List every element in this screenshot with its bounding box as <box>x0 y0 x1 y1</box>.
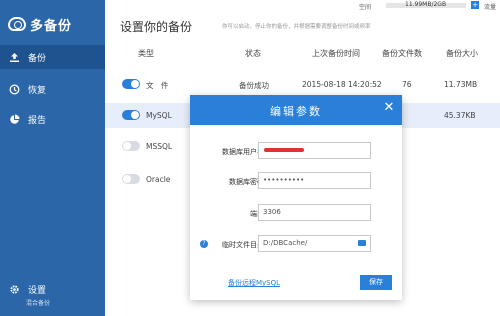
row-file-count: 76 <box>402 80 412 89</box>
space-value: 11.99MB/2GB <box>405 1 447 8</box>
row-type: 文 件 <box>146 81 169 90</box>
dialog-title: 编辑参数 <box>270 105 322 118</box>
column-header-size: 备份大小 <box>446 49 478 58</box>
backup-toggle[interactable] <box>122 110 140 120</box>
username-label: 数据库用户名 <box>222 148 264 156</box>
sidebar: 多备份 备份 恢复 报告 设置 混合备份 <box>0 0 105 316</box>
add-space-button[interactable]: + <box>471 1 479 9</box>
gear-icon <box>8 283 21 296</box>
sidebar-item-label: 备份 <box>28 53 47 64</box>
sidebar-item-restore[interactable]: 恢复 <box>0 77 105 101</box>
column-header-last-backup: 上次备份时间 <box>312 49 360 58</box>
row-size: 11.73MB <box>444 80 478 89</box>
upload-icon <box>8 51 21 64</box>
row-status: 备份成功 <box>239 81 269 90</box>
password-field[interactable]: •••••••••• <box>258 172 371 189</box>
backup-toggle[interactable] <box>122 174 140 184</box>
column-header-type: 类型 <box>138 49 154 58</box>
sidebar-item-backup[interactable]: 备份 <box>0 45 105 69</box>
cloud-icon <box>8 17 26 31</box>
toggle-knob <box>131 80 139 88</box>
row-size: 45.37KB <box>444 111 476 120</box>
port-label: 端口 <box>250 210 264 218</box>
settings-label: 设置 <box>28 285 47 296</box>
topbar: 空间 11.99MB/2GB + 流量 <box>105 0 500 14</box>
row-type: Oracle <box>146 175 171 184</box>
close-icon[interactable]: ✕ <box>382 101 396 115</box>
settings-button[interactable]: 设置 <box>0 277 105 301</box>
folder-icon[interactable] <box>358 240 366 246</box>
column-header-status: 状态 <box>245 49 261 58</box>
save-button[interactable]: 保存 <box>360 275 392 290</box>
flow-label: 流量 <box>484 4 497 11</box>
temp-dir-value: D:/DBCache/ <box>263 239 308 247</box>
space-label: 空间 <box>359 4 372 11</box>
backup-remote-mysql-link[interactable]: 备份远程MySQL <box>228 278 280 288</box>
app-logo: 多备份 <box>8 14 72 34</box>
page-title: 设置你的备份 <box>120 20 193 34</box>
backup-toggle[interactable] <box>122 79 140 89</box>
column-header-file-count: 备份文件数 <box>382 49 422 58</box>
username-field[interactable] <box>258 142 371 159</box>
history-icon <box>8 83 21 96</box>
row-type: MySQL <box>146 111 172 120</box>
page-subtitle: 你可以启动，停止你的备份，并根据需要调整备份时间或频率 <box>222 24 371 30</box>
sidebar-item-report[interactable]: 报告 <box>0 107 105 131</box>
temp-dir-field[interactable]: D:/DBCache/ <box>258 235 371 252</box>
sidebar-footnote: 混合备份 <box>26 300 51 307</box>
table-row[interactable]: 文 件 备份成功 2015-08-18 14:20:52 76 11.73MB <box>105 72 500 97</box>
sidebar-item-label: 恢复 <box>28 85 47 96</box>
redacted-mark <box>264 148 304 152</box>
logo-text: 多备份 <box>30 18 73 34</box>
toggle-knob <box>131 111 139 119</box>
sidebar-item-label: 报告 <box>28 115 47 126</box>
toggle-knob <box>123 142 131 150</box>
pie-chart-icon <box>8 113 21 126</box>
dialog-header: 编辑参数 ✕ <box>190 95 402 125</box>
toggle-knob <box>123 175 131 183</box>
password-label: 数据库密码 <box>229 178 264 186</box>
backup-toggle[interactable] <box>122 141 140 151</box>
port-field[interactable]: 3306 <box>258 204 371 221</box>
temp-dir-label: 临时文件目录 <box>222 241 264 249</box>
row-last-backup: 2015-08-18 14:20:52 <box>302 80 382 89</box>
edit-params-dialog: 编辑参数 ✕ 数据库用户名 数据库密码 •••••••••• 端口 3306 ?… <box>190 95 402 300</box>
row-type: MSSQL <box>146 142 173 151</box>
